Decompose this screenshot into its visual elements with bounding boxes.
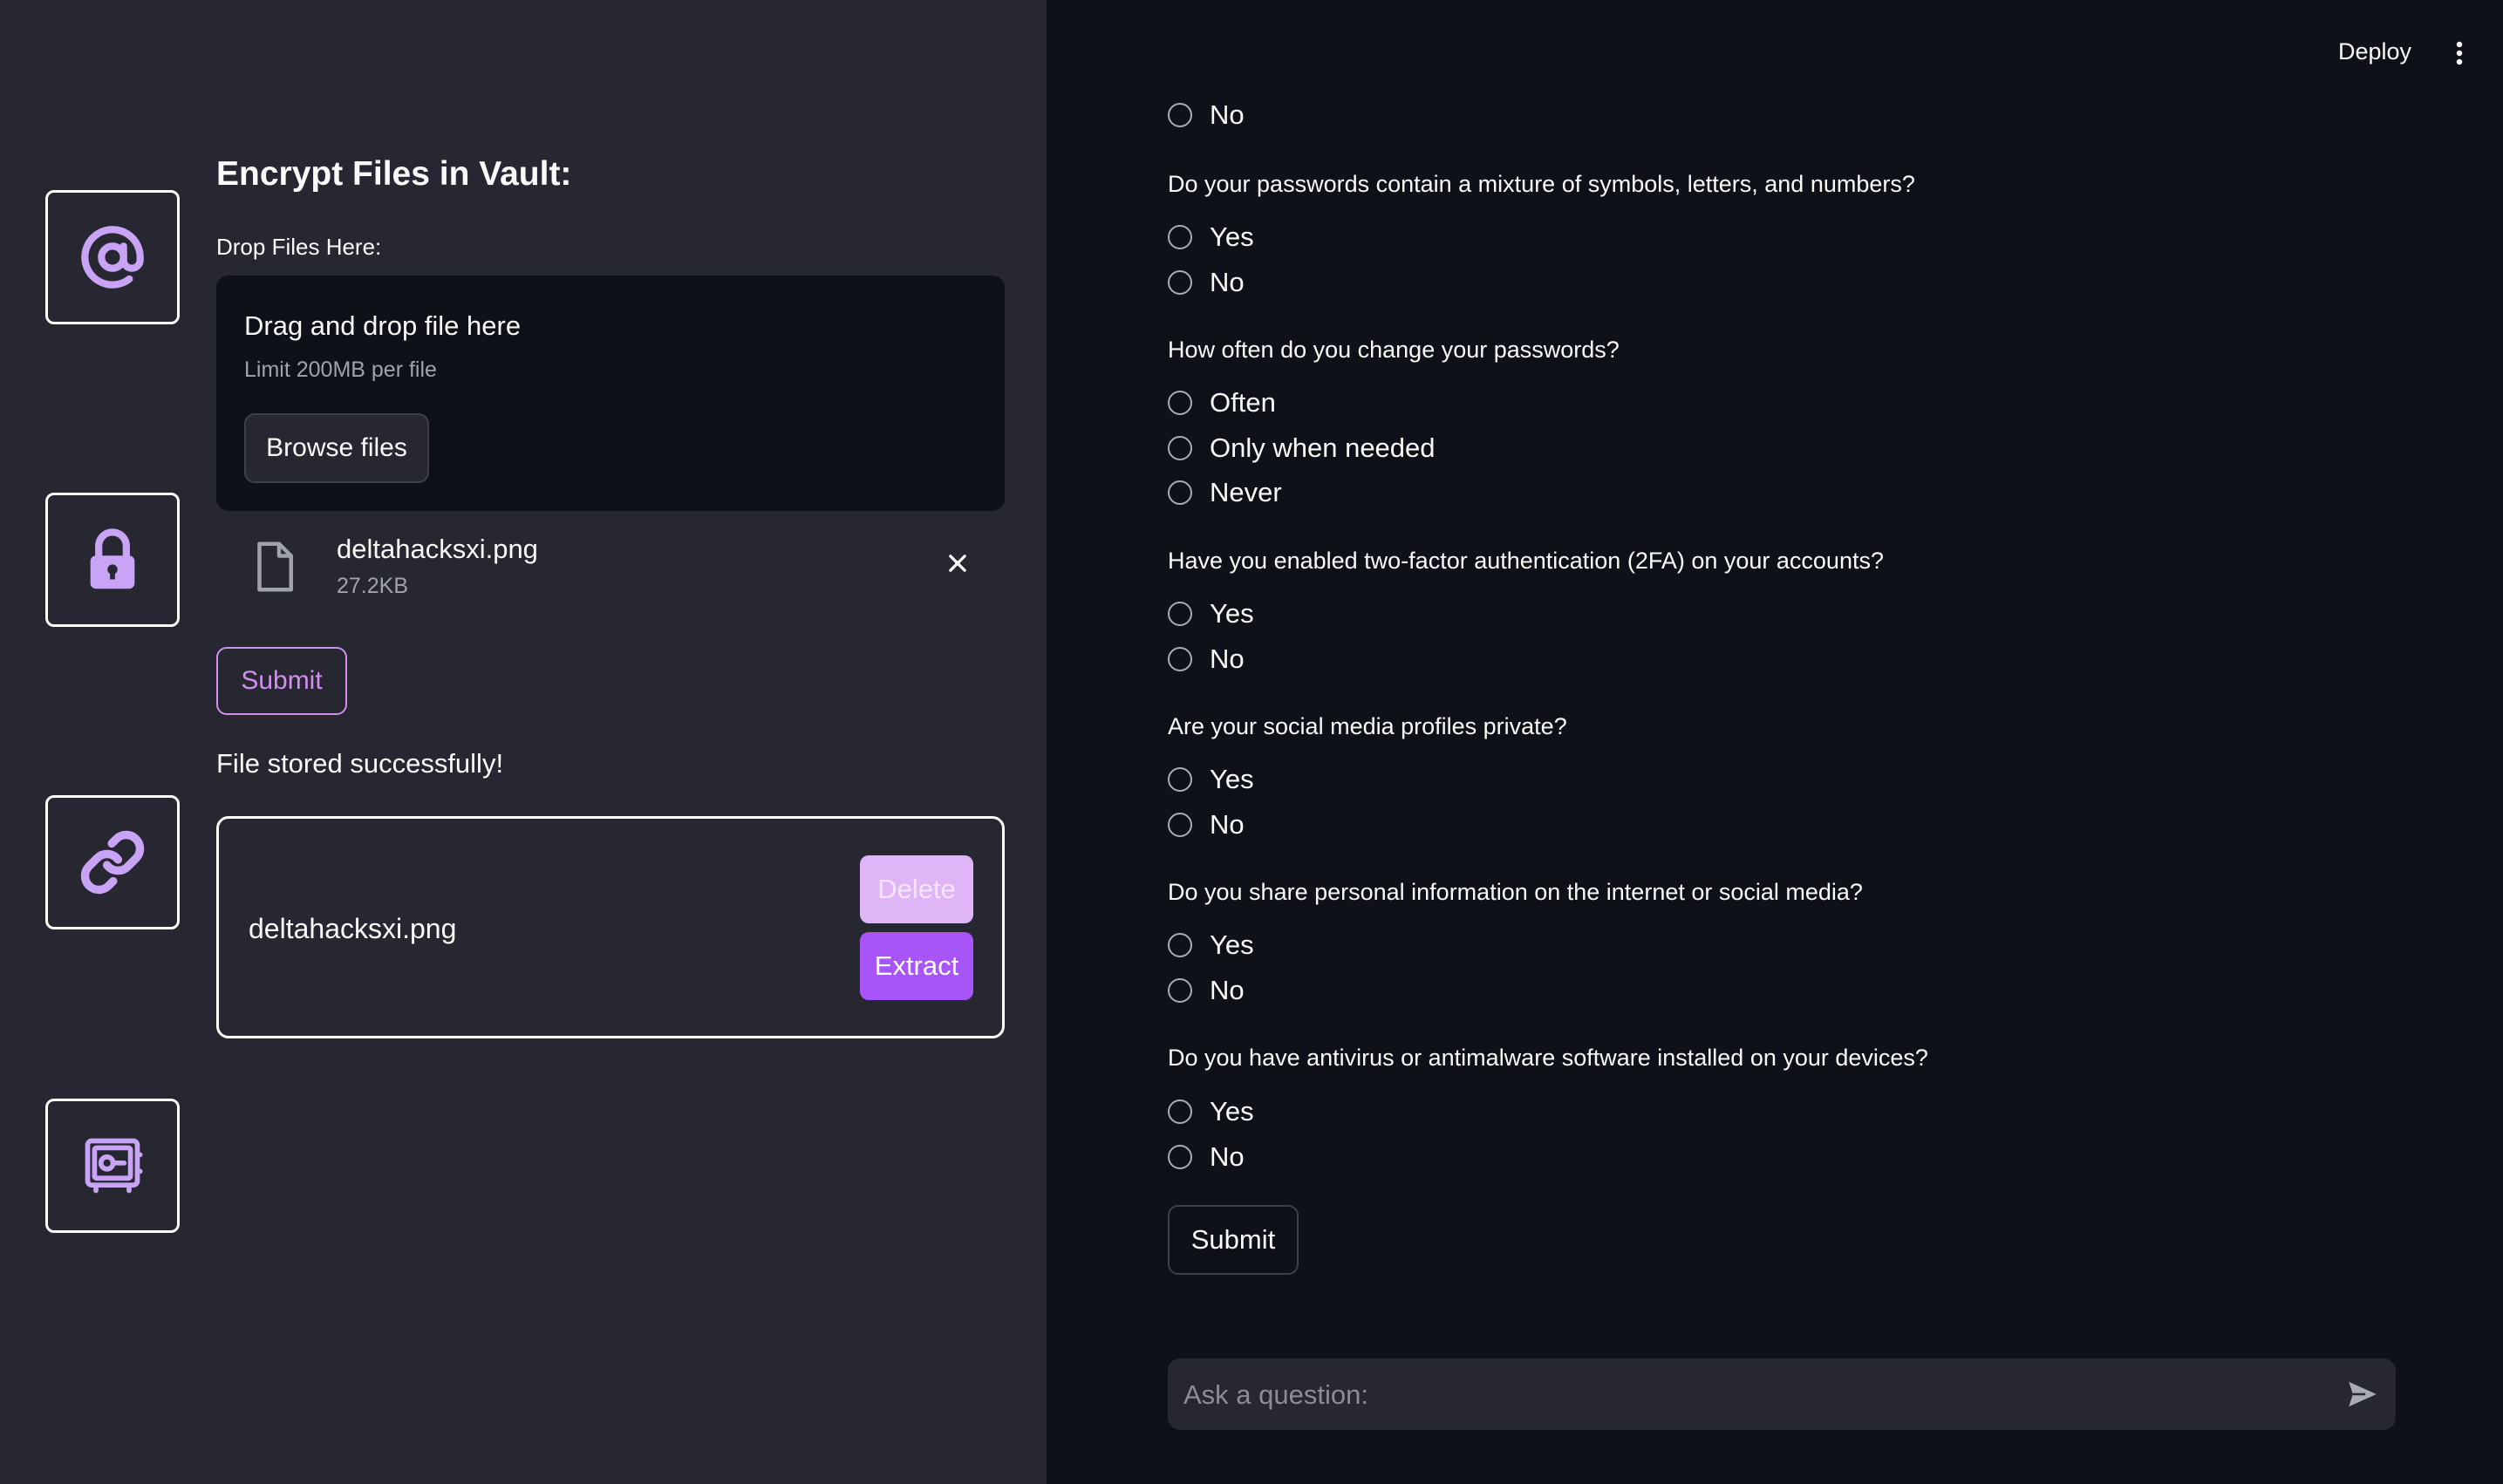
radio-button[interactable] (1168, 602, 1192, 626)
radio-button[interactable] (1168, 813, 1192, 837)
uploaded-file-row: deltahacksxi.png 27.2KB (216, 523, 1005, 610)
chat-input[interactable] (1182, 1358, 2319, 1432)
radio-button[interactable] (1168, 270, 1192, 295)
nav-button-email[interactable] (45, 190, 180, 324)
remove-file-button[interactable] (940, 546, 975, 581)
nav-button-vault[interactable] (45, 1099, 180, 1233)
radio-label: Yes (1210, 1096, 1254, 1127)
radio-button[interactable] (1168, 436, 1192, 460)
radio-button[interactable] (1168, 1099, 1192, 1124)
send-icon[interactable] (2345, 1378, 2380, 1411)
radio-label: No (1210, 809, 1245, 840)
chat-input-bar (1168, 1358, 2396, 1432)
drop-label: Drop Files Here: (216, 234, 382, 260)
quiz-submit-button[interactable]: Submit (1168, 1205, 1299, 1275)
question-text: Have you enabled two-factor authenticati… (1168, 548, 1884, 574)
radio-label: No (1210, 1141, 1245, 1172)
at-sign-icon (81, 226, 144, 289)
radio-button[interactable] (1168, 225, 1192, 249)
nav-button-lock[interactable] (45, 493, 180, 627)
radio-button[interactable] (1168, 767, 1192, 792)
radio-button[interactable] (1168, 933, 1192, 957)
file-dropzone[interactable]: Drag and drop file here Limit 200MB per … (216, 276, 1005, 511)
extract-button[interactable]: Extract (860, 932, 973, 1000)
radio-option[interactable]: No (1168, 807, 1245, 842)
radio-button[interactable] (1168, 1145, 1192, 1169)
question-text: How often do you change your passwords? (1168, 337, 1620, 363)
nav-button-link[interactable] (45, 795, 180, 929)
lock-icon (90, 528, 135, 589)
dropzone-text: Drag and drop file here (244, 310, 522, 341)
radio-option[interactable]: Often (1168, 385, 1276, 420)
radio-button[interactable] (1168, 978, 1192, 1003)
radio-label: Yes (1210, 598, 1254, 629)
deploy-button[interactable]: Deploy (2338, 38, 2411, 65)
radio-label: No (1210, 975, 1245, 1005)
radio-option[interactable]: Yes (1168, 596, 1254, 631)
uploaded-file-size: 27.2KB (337, 574, 409, 598)
radio-label: No (1210, 99, 1245, 130)
radio-option[interactable]: Only when needed (1168, 431, 1436, 466)
radio-option[interactable]: No (1168, 265, 1245, 300)
radio-option[interactable]: Never (1168, 475, 1282, 510)
radio-option[interactable]: No (1168, 1140, 1245, 1174)
radio-option[interactable]: No (1168, 642, 1245, 677)
main-panel: Deploy No Do your passwords contain a mi… (1047, 0, 2503, 1484)
status-message: File stored successfully! (216, 748, 504, 779)
radio-button[interactable] (1168, 391, 1192, 415)
vault-safe-icon (85, 1138, 143, 1194)
question-text: Do you have antivirus or antimalware sof… (1168, 1045, 1928, 1071)
radio-button[interactable] (1168, 647, 1192, 671)
radio-option[interactable]: No (1168, 973, 1245, 1008)
radio-label: Yes (1210, 764, 1254, 794)
radio-option[interactable]: No (1168, 98, 1245, 133)
vault-file-card: deltahacksxi.png Delete Extract (216, 816, 1005, 1038)
radio-label: Only when needed (1210, 432, 1436, 463)
file-icon (257, 541, 293, 592)
dropzone-limit: Limit 200MB per file (244, 357, 437, 382)
radio-label: Often (1210, 387, 1276, 418)
radio-option[interactable]: Yes (1168, 928, 1254, 963)
radio-option[interactable]: Yes (1168, 1094, 1254, 1129)
radio-label: Never (1210, 477, 1282, 507)
more-menu-icon[interactable] (2451, 40, 2468, 66)
radio-option[interactable]: Yes (1168, 762, 1254, 797)
radio-label: Yes (1210, 221, 1254, 252)
question-text: Do you share personal information on the… (1168, 879, 1863, 905)
question-text: Do your passwords contain a mixture of s… (1168, 171, 1915, 197)
radio-button[interactable] (1168, 103, 1192, 127)
close-icon (949, 555, 966, 572)
uploaded-file-name: deltahacksxi.png (337, 534, 538, 564)
radio-label: No (1210, 643, 1245, 674)
section-title: Encrypt Files in Vault: (216, 155, 572, 193)
delete-button[interactable]: Delete (860, 855, 973, 923)
link-icon (80, 830, 145, 895)
radio-option[interactable]: Yes (1168, 220, 1254, 255)
vault-file-name: deltahacksxi.png (249, 913, 457, 944)
browse-files-button[interactable]: Browse files (244, 413, 429, 483)
radio-button[interactable] (1168, 480, 1192, 505)
encrypt-submit-button[interactable]: Submit (216, 647, 347, 715)
radio-label: Yes (1210, 929, 1254, 960)
question-text: Are your social media profiles private? (1168, 713, 1567, 739)
sidebar: Encrypt Files in Vault: Drop Files Here:… (0, 0, 1047, 1484)
radio-label: No (1210, 267, 1245, 297)
